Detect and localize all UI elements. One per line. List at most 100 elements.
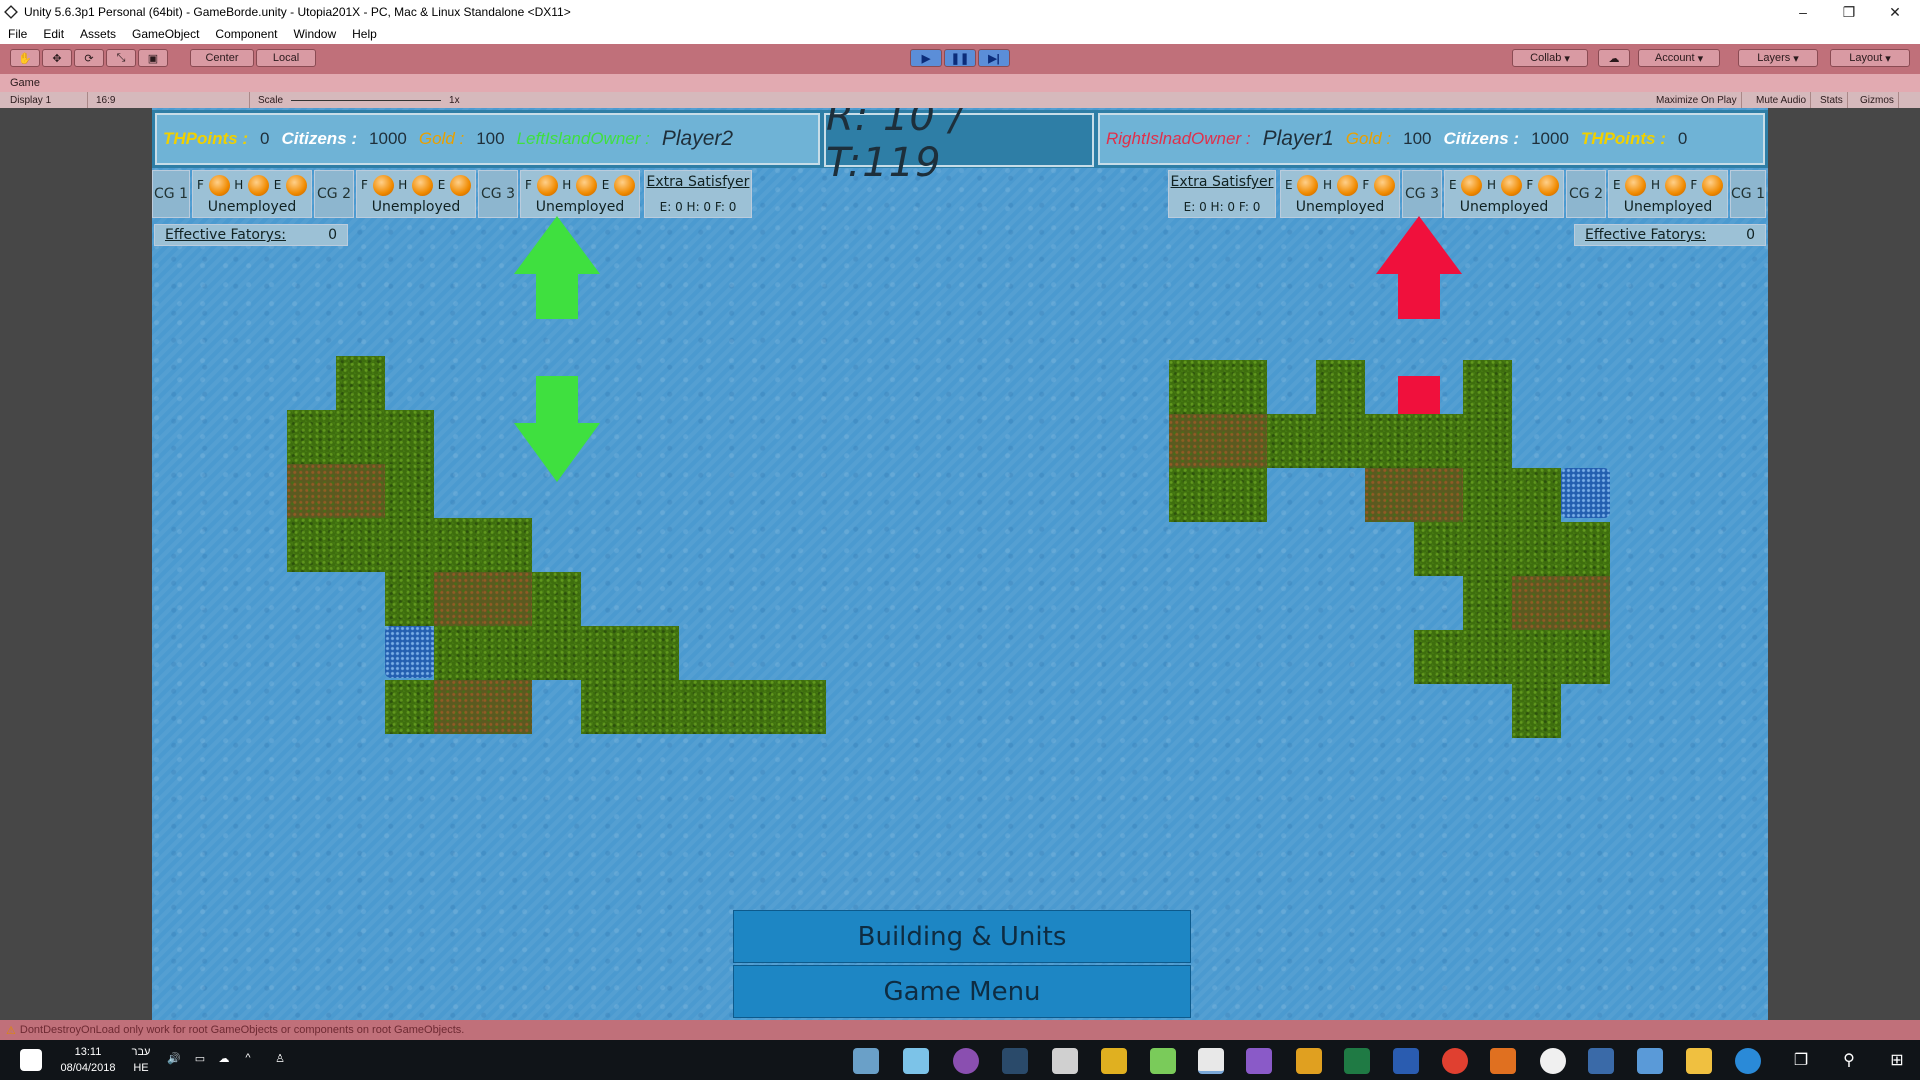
volume-icon[interactable]: 🔊 <box>164 1052 184 1065</box>
dirt-tile[interactable] <box>434 572 483 626</box>
close-button[interactable]: ✕ <box>1872 0 1918 24</box>
grass-tile[interactable] <box>1463 522 1512 576</box>
app-icon[interactable] <box>903 1048 929 1074</box>
app-icon[interactable] <box>1540 1048 1566 1074</box>
grass-tile[interactable] <box>630 680 679 734</box>
grass-tile[interactable] <box>777 680 826 734</box>
menu-edit[interactable]: Edit <box>35 27 72 41</box>
maximize-on-play-toggle[interactable]: Maximize On Play <box>1652 92 1742 108</box>
grass-tile[interactable] <box>1561 630 1610 684</box>
grass-tile[interactable] <box>385 572 434 626</box>
app-icon[interactable] <box>1490 1048 1516 1074</box>
task-view-icon[interactable]: ❐ <box>1790 1050 1812 1070</box>
grass-tile[interactable] <box>483 518 532 572</box>
right-cg2-panel[interactable]: E H F Unemployed <box>1444 170 1564 218</box>
orange-orb-icon[interactable] <box>1664 174 1686 196</box>
dirt-tile[interactable] <box>287 464 336 518</box>
app-icon[interactable] <box>1637 1048 1663 1074</box>
dirt-tile[interactable] <box>434 680 483 734</box>
grass-tile[interactable] <box>532 572 581 626</box>
grass-tile[interactable] <box>1414 630 1463 684</box>
grass-tile[interactable] <box>1218 468 1267 522</box>
orange-orb-icon[interactable] <box>576 174 597 196</box>
rotate-tool-icon[interactable]: ⟳ <box>74 49 104 67</box>
dirt-tile[interactable] <box>483 680 532 734</box>
orange-orb-icon[interactable] <box>1537 174 1559 196</box>
orange-orb-icon[interactable] <box>248 174 269 196</box>
grass-tile[interactable] <box>679 680 728 734</box>
right-cg3-tag[interactable]: CG 3 <box>1402 170 1442 218</box>
collab-button[interactable]: Collab ▾ <box>1512 49 1588 67</box>
red-up-arrow-icon[interactable] <box>1376 216 1462 319</box>
grass-tile[interactable] <box>1463 576 1512 630</box>
grass-tile[interactable] <box>336 410 385 464</box>
grass-tile[interactable] <box>1463 360 1512 414</box>
left-cg1-panel[interactable]: F H E Unemployed <box>192 170 312 218</box>
dirt-tile[interactable] <box>1414 468 1463 522</box>
visual-studio-icon[interactable] <box>1246 1048 1272 1074</box>
grass-tile[interactable] <box>385 410 434 464</box>
grass-tile[interactable] <box>336 356 385 410</box>
excel-icon[interactable] <box>1344 1048 1370 1074</box>
game-menu-button[interactable]: Game Menu <box>733 965 1191 1018</box>
dirt-tile[interactable] <box>1561 576 1610 630</box>
orange-orb-icon[interactable] <box>1297 174 1319 196</box>
grass-tile[interactable] <box>1512 468 1561 522</box>
grass-tile[interactable] <box>581 626 630 680</box>
orange-orb-icon[interactable] <box>372 174 394 196</box>
search-icon[interactable]: ⚲ <box>1838 1050 1860 1070</box>
menu-file[interactable]: File <box>0 27 35 41</box>
orange-orb-icon[interactable] <box>536 174 558 196</box>
orange-orb-icon[interactable] <box>285 174 307 196</box>
left-cg3-panel[interactable]: F H E Unemployed <box>520 170 640 218</box>
grass-tile[interactable] <box>336 518 385 572</box>
orange-orb-icon[interactable] <box>1625 174 1647 196</box>
grass-tile[interactable] <box>630 626 679 680</box>
file-explorer-icon[interactable] <box>1686 1048 1712 1074</box>
scale-slider[interactable]: Scale 1x <box>254 92 464 108</box>
grass-tile[interactable] <box>581 680 630 734</box>
menu-help[interactable]: Help <box>344 27 385 41</box>
grass-tile[interactable] <box>1267 414 1316 468</box>
dirt-tile[interactable] <box>336 464 385 518</box>
grass-tile[interactable] <box>728 680 777 734</box>
grass-tile[interactable] <box>1414 522 1463 576</box>
left-cg2-tag[interactable]: CG 2 <box>314 170 354 218</box>
pivot-center-button[interactable]: Center <box>190 49 254 67</box>
move-tool-icon[interactable]: ✥ <box>42 49 72 67</box>
left-cg1-tag[interactable]: CG 1 <box>152 170 190 218</box>
grass-tile[interactable] <box>385 464 434 518</box>
layout-dropdown[interactable]: Layout ▾ <box>1830 49 1910 67</box>
water-tile[interactable] <box>1561 468 1610 518</box>
cloud-icon[interactable]: ☁ <box>1598 49 1630 67</box>
dirt-tile[interactable] <box>1512 576 1561 630</box>
dirt-tile[interactable] <box>1169 414 1218 468</box>
grass-tile[interactable] <box>1169 360 1218 414</box>
gizmos-dropdown[interactable]: Gizmos <box>1856 92 1899 108</box>
menu-window[interactable]: Window <box>285 27 344 41</box>
pause-button[interactable]: ❚❚ <box>944 49 976 67</box>
grass-tile[interactable] <box>434 626 483 680</box>
left-cg2-panel[interactable]: F H E Unemployed <box>356 170 476 218</box>
grass-tile[interactable] <box>1512 630 1561 684</box>
grass-tile[interactable] <box>532 626 581 680</box>
onedrive-icon[interactable]: ☁ <box>214 1052 234 1065</box>
menu-assets[interactable]: Assets <box>72 27 124 41</box>
orange-orb-icon[interactable] <box>1461 174 1483 196</box>
app-icon[interactable] <box>1052 1048 1078 1074</box>
right-cg1-tag[interactable]: CG 1 <box>1730 170 1766 218</box>
chrome-icon[interactable] <box>1442 1048 1468 1074</box>
grass-tile[interactable] <box>1365 414 1414 468</box>
grass-tile[interactable] <box>483 626 532 680</box>
pivot-local-button[interactable]: Local <box>256 49 316 67</box>
orange-orb-icon[interactable] <box>1500 174 1522 196</box>
grass-tile[interactable] <box>434 518 483 572</box>
grass-tile[interactable] <box>385 518 434 572</box>
app-icon[interactable] <box>1101 1048 1127 1074</box>
grass-tile[interactable] <box>1512 684 1561 738</box>
people-icon[interactable]: ♙ <box>270 1052 290 1065</box>
game-tab[interactable]: Game <box>10 77 40 89</box>
layers-dropdown[interactable]: Layers ▾ <box>1738 49 1818 67</box>
green-down-arrow-icon[interactable] <box>514 376 600 482</box>
dirt-tile[interactable] <box>1365 468 1414 522</box>
